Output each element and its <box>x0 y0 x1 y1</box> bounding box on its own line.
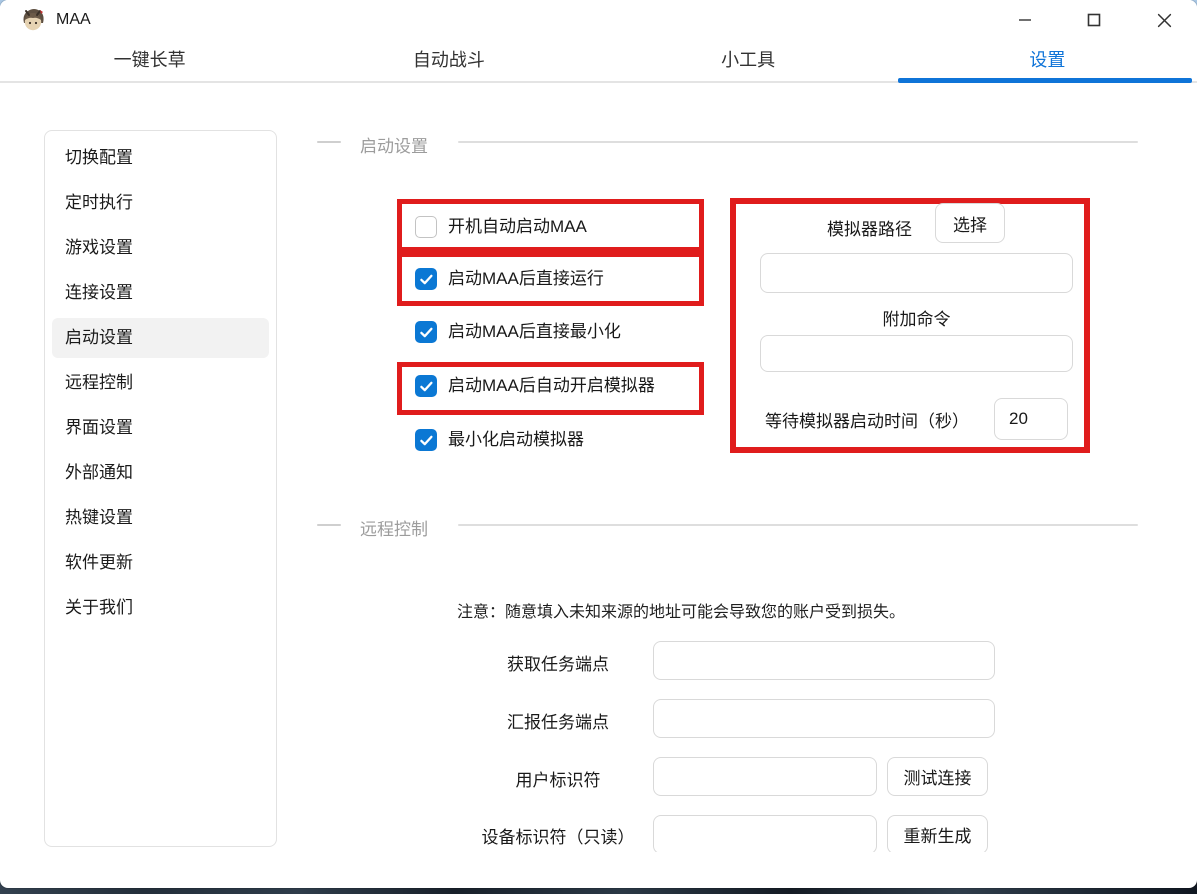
close-button[interactable] <box>1141 0 1187 40</box>
section-dash <box>317 524 341 526</box>
autostart-boot-checkbox[interactable] <box>415 216 437 238</box>
checkbox-label: 开机自动启动MAA <box>448 216 587 238</box>
checkbox-label: 启动MAA后自动开启模拟器 <box>448 375 655 397</box>
sidebar-item-updates[interactable]: 软件更新 <box>52 543 269 583</box>
minimize-icon <box>1018 13 1032 27</box>
settings-sidebar: 切换配置 定时执行 游戏设置 连接设置 启动设置 远程控制 界面设置 外部通知 … <box>44 130 277 847</box>
section-dash <box>317 141 341 143</box>
sidebar-item-about[interactable]: 关于我们 <box>52 588 269 628</box>
launch-section-title: 启动设置 <box>360 132 428 157</box>
checkbox-label: 启动MAA后直接最小化 <box>448 321 621 343</box>
emulator-path-label: 模拟器路径 <box>827 215 912 240</box>
section-rule <box>458 141 1138 143</box>
title-bar: MAA <box>0 0 1197 40</box>
report-endpoint-input[interactable] <box>653 699 995 738</box>
sidebar-item-notifications[interactable]: 外部通知 <box>52 453 269 493</box>
sidebar-item-switch-config[interactable]: 切换配置 <box>52 138 269 178</box>
fetch-endpoint-input[interactable] <box>653 641 995 680</box>
sidebar-item-scheduled-run[interactable]: 定时执行 <box>52 183 269 223</box>
tab-tools[interactable]: 小工具 <box>599 40 898 81</box>
sidebar-item-hotkeys[interactable]: 热键设置 <box>52 498 269 538</box>
check-icon <box>418 271 435 288</box>
device-id-input[interactable] <box>653 815 877 852</box>
minimize-button[interactable] <box>1002 0 1048 40</box>
tab-farming[interactable]: 一键长草 <box>0 40 299 81</box>
app-window: 切换配置 定时执行 游戏设置 连接设置 启动设置 远程控制 界面设置 外部通知 … <box>0 0 1197 888</box>
section-rule <box>458 524 1138 526</box>
emulator-path-input[interactable] <box>760 253 1073 293</box>
minimize-emulator-checkbox[interactable] <box>415 429 437 451</box>
maximize-icon <box>1087 13 1101 27</box>
report-endpoint-label: 汇报任务端点 <box>438 708 678 733</box>
choose-button[interactable]: 选择 <box>935 203 1005 243</box>
open-emulator-checkbox[interactable] <box>415 375 437 397</box>
sidebar-item-launch[interactable]: 启动设置 <box>52 318 269 358</box>
sidebar-item-ui-settings[interactable]: 界面设置 <box>52 408 269 448</box>
check-icon <box>418 378 435 395</box>
check-icon <box>418 324 435 341</box>
remote-warning-text: 注意：随意填入未知来源的地址可能会导致您的账户受到损失。 <box>431 598 931 622</box>
close-icon <box>1157 13 1172 28</box>
run-on-launch-checkbox[interactable] <box>415 268 437 290</box>
regenerate-button[interactable]: 重新生成 <box>887 815 988 852</box>
sidebar-item-game-settings[interactable]: 游戏设置 <box>52 228 269 268</box>
wait-time-label: 等待模拟器启动时间（秒） <box>765 407 969 432</box>
selected-tab-indicator <box>898 78 1192 83</box>
window-title: MAA <box>56 0 91 40</box>
extra-command-label: 附加命令 <box>760 305 1073 330</box>
test-connection-button[interactable]: 测试连接 <box>887 757 988 796</box>
minimize-on-launch-checkbox[interactable] <box>415 321 437 343</box>
maximize-button[interactable] <box>1071 0 1117 40</box>
main-tab-bar: 一键长草 自动战斗 小工具 设置 <box>0 40 1197 83</box>
tab-settings[interactable]: 设置 <box>898 40 1197 81</box>
user-id-label: 用户标识符 <box>438 766 678 791</box>
checkbox-label: 启动MAA后直接运行 <box>448 268 604 290</box>
device-id-label: 设备标识符（只读） <box>438 823 678 848</box>
check-icon <box>418 432 435 449</box>
extra-command-input[interactable] <box>760 335 1073 372</box>
fetch-endpoint-label: 获取任务端点 <box>438 650 678 675</box>
sidebar-item-connection[interactable]: 连接设置 <box>52 273 269 313</box>
user-id-input[interactable] <box>653 757 877 796</box>
sidebar-item-remote-control[interactable]: 远程控制 <box>52 363 269 403</box>
wait-time-input[interactable] <box>994 398 1068 440</box>
remote-section-title: 远程控制 <box>360 515 428 540</box>
tab-auto-battle[interactable]: 自动战斗 <box>299 40 598 81</box>
app-icon <box>20 7 46 33</box>
checkbox-label: 最小化启动模拟器 <box>448 429 584 451</box>
content-area: 切换配置 定时执行 游戏设置 连接设置 启动设置 远程控制 界面设置 外部通知 … <box>0 0 1197 852</box>
